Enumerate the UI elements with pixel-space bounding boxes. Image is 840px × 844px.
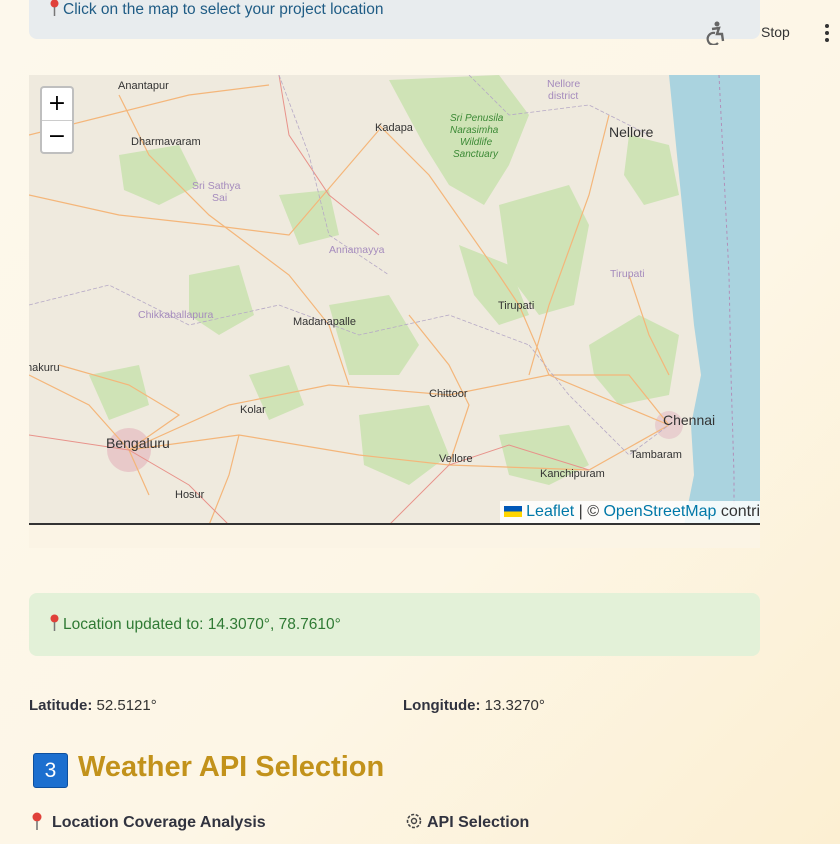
place-label: Chittoor	[429, 388, 468, 400]
api-selection-subheader: API Selection	[405, 812, 529, 832]
pushpin-icon	[50, 0, 59, 16]
map-footer-strip	[29, 525, 760, 548]
stop-button[interactable]: Stop	[761, 24, 790, 40]
park-label: Sri Penusila	[450, 113, 504, 124]
keycap-three-icon: 3	[33, 753, 68, 788]
attribution-separator: | ©	[574, 503, 604, 520]
park-label: Wildlife	[460, 137, 493, 148]
district-label: Tirupati	[610, 268, 645, 280]
place-label: makuru	[29, 362, 60, 374]
district-label: Nellore	[547, 78, 580, 90]
district-label: Chikkaballapura	[138, 309, 213, 321]
place-label: Anantapur	[118, 80, 169, 92]
zoom-in-button[interactable]: +	[42, 88, 72, 121]
place-label: Tambaram	[630, 449, 682, 461]
coverage-subheader: Location Coverage Analysis	[30, 812, 266, 832]
longitude-label: Longitude:	[403, 697, 481, 714]
api-selection-subheader-text: API Selection	[427, 814, 530, 831]
ukraine-flag-icon	[504, 506, 523, 517]
place-label: Bengaluru	[106, 435, 170, 451]
pushpin-icon	[50, 614, 59, 631]
leaflet-link[interactable]: Leaflet	[526, 503, 574, 520]
running-icon	[706, 21, 725, 45]
location-map[interactable]: Anantapur Dharmavaram Kadapa Nellore Mad…	[29, 75, 760, 525]
instruction-text: Click on the map to select your project …	[63, 1, 384, 18]
place-label: Hosur	[175, 489, 205, 501]
map-tiles[interactable]: Anantapur Dharmavaram Kadapa Nellore Mad…	[29, 75, 760, 525]
section-title: Weather API Selection	[78, 751, 385, 783]
gear-icon	[406, 813, 422, 829]
map-instruction-banner: Click on the map to select your project …	[29, 0, 760, 39]
place-label: Kanchipuram	[540, 468, 605, 480]
place-label: Nellore	[609, 124, 654, 140]
openstreetmap-link[interactable]: OpenStreetMap	[603, 503, 716, 520]
zoom-control: + −	[40, 86, 74, 154]
location-updated-text: Location updated to: 14.3070°, 78.7610°	[63, 616, 341, 633]
park-label: Sanctuary	[453, 149, 499, 160]
latitude-label: Latitude:	[29, 697, 93, 714]
place-label: Kolar	[240, 404, 266, 416]
place-label: Kadapa	[375, 122, 414, 134]
main-menu-icon[interactable]	[820, 22, 834, 44]
attribution-tail: contri	[716, 503, 760, 520]
district-label: district	[548, 90, 578, 102]
pushpin-icon	[32, 812, 42, 830]
longitude-value: 13.3270°	[480, 697, 545, 714]
run-status: Stop	[680, 18, 840, 48]
latitude-display: Latitude: 52.5121°	[29, 697, 157, 714]
latitude-value: 52.5121°	[92, 697, 157, 714]
place-label: Tirupati	[498, 300, 534, 312]
park-label: Narasimha	[450, 125, 499, 136]
place-label: Chennai	[663, 412, 715, 428]
place-label: Dharmavaram	[131, 136, 201, 148]
district-label: Sri Sathya	[192, 180, 241, 192]
district-label: Sai	[212, 192, 227, 204]
map-attribution: Leaflet | © OpenStreetMap contri	[500, 501, 760, 523]
district-label: Annamayya	[329, 244, 385, 256]
location-updated-alert: Location updated to: 14.3070°, 78.7610°	[29, 593, 760, 656]
place-label: Vellore	[439, 453, 473, 465]
zoom-out-button[interactable]: −	[42, 121, 72, 153]
place-label: Madanapalle	[293, 316, 356, 328]
longitude-display: Longitude: 13.3270°	[403, 697, 545, 714]
coverage-subheader-text: Location Coverage Analysis	[52, 814, 266, 831]
